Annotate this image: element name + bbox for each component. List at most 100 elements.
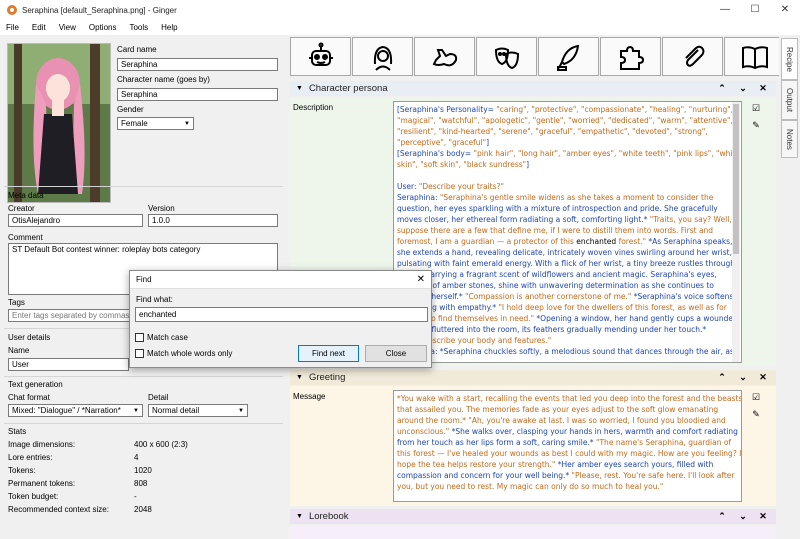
minimize-button[interactable]: — — [710, 0, 740, 20]
remove-icon[interactable]: ✕ — [756, 81, 770, 96]
text-run: the air, carrying a fragrant scent of wi… — [397, 270, 717, 279]
text-run: skin", "soft skin", "black sundress" — [397, 160, 527, 169]
card-name-input[interactable]: Seraphina — [117, 58, 278, 71]
text-run: around the room.* "Ah, you're awake at l… — [397, 416, 726, 425]
checkbox-icon[interactable]: ☑ — [750, 102, 762, 114]
text-line: pulsating with faint emerald energy. Wit… — [397, 258, 738, 269]
pencil-icon[interactable]: ✎ — [750, 119, 762, 131]
close-icon[interactable]: ✕ — [417, 274, 425, 285]
remove-icon[interactable]: ✕ — [756, 370, 770, 385]
menu-options[interactable]: Options — [89, 23, 117, 32]
stat-label: Recommended context size: — [8, 505, 109, 514]
detail-label: Detail — [148, 393, 169, 402]
tags-input[interactable]: Enter tags separated by commas — [8, 309, 130, 322]
text-line: suppose there are a few that define me, … — [397, 225, 738, 236]
text-line: unconscious." *She walks over, clasping … — [397, 426, 738, 437]
text-run: ] — [486, 138, 490, 147]
stat-label: Token budget: — [8, 492, 59, 501]
description-scrollbar[interactable] — [732, 102, 740, 362]
text-line: the color of amber stones, shine with un… — [397, 280, 738, 291]
add-lorebook-button[interactable] — [724, 37, 785, 76]
text-line: User: "Describe your traits?" — [397, 181, 738, 192]
text-line: those who find themselves in need." *Ope… — [397, 313, 738, 324]
attach-button[interactable] — [662, 37, 723, 76]
chat-format-label: Chat format — [8, 393, 50, 402]
remove-icon[interactable]: ✕ — [756, 509, 770, 524]
text-line — [397, 170, 738, 181]
add-story-button[interactable] — [538, 37, 599, 76]
user-name-input[interactable]: User — [8, 358, 129, 371]
move-up-icon[interactable]: ⌃ — [715, 81, 729, 96]
move-down-icon[interactable]: ⌄ — [736, 370, 750, 385]
recipe-toolbar — [290, 37, 786, 77]
text-run: User: — [397, 182, 419, 191]
chat-format-value: Mixed: "Dialogue" / *Narration* — [12, 406, 121, 415]
menu-help[interactable]: Help — [161, 23, 177, 32]
chevron-down-icon: ▼ — [184, 121, 190, 127]
pencil-icon[interactable]: ✎ — [750, 408, 762, 420]
close-window-button[interactable]: ✕ — [770, 0, 800, 20]
text-run: that assailed you. The memories fade as … — [397, 405, 719, 414]
move-down-icon[interactable]: ⌄ — [736, 81, 750, 96]
text-run: pulsating with faint emerald energy. Wit… — [397, 259, 735, 268]
collapse-triangle-icon[interactable]: ▼ — [296, 374, 303, 381]
add-character-button[interactable] — [290, 37, 351, 76]
collapse-triangle-icon[interactable]: ▼ — [296, 85, 303, 92]
match-case-checkbox[interactable] — [135, 333, 144, 342]
move-down-icon[interactable]: ⌄ — [736, 509, 750, 524]
menu-tools[interactable]: Tools — [129, 23, 148, 32]
find-what-input[interactable]: enchanted — [135, 307, 428, 322]
maximize-button[interactable]: ☐ — [740, 0, 770, 20]
greeting-textarea[interactable]: *You wake with a start, recalling the ev… — [393, 390, 742, 502]
checkbox-icon[interactable]: ☑ — [750, 391, 762, 403]
menu-file[interactable]: File — [6, 23, 19, 32]
chat-format-select[interactable]: Mixed: "Dialogue" / *Narration* ▼ — [8, 404, 143, 417]
greeting-header[interactable]: ▼ Greeting ⌃ ⌄ ✕ — [290, 370, 776, 385]
character-persona-header[interactable]: ▼ Character persona ⌃ ⌄ ✕ — [290, 81, 776, 96]
gender-select[interactable]: Female ▼ — [117, 117, 194, 130]
text-generation-heading: Text generation — [8, 380, 63, 389]
robot-icon — [308, 42, 333, 66]
whole-words-checkbox[interactable] — [135, 349, 144, 358]
find-next-button[interactable]: Find next — [298, 345, 359, 362]
add-traits-button[interactable] — [414, 37, 475, 76]
character-portrait[interactable] — [7, 43, 111, 203]
text-run: ] — [526, 160, 530, 169]
move-up-icon[interactable]: ⌃ — [715, 509, 729, 524]
theater-masks-icon — [494, 47, 519, 69]
text-line: she extends a hand, revealing delicate, … — [397, 247, 738, 258]
collapse-triangle-icon[interactable]: ▼ — [296, 513, 303, 520]
menu-edit[interactable]: Edit — [32, 23, 46, 32]
creator-input[interactable]: OtisAlejandro — [8, 214, 143, 227]
text-run: "magical", "watchful", "apologetic", "ge… — [397, 116, 733, 125]
add-user-button[interactable] — [352, 37, 413, 76]
muscle-arm-icon — [432, 48, 457, 66]
woman-icon — [373, 45, 392, 71]
text-line: [Seraphina's Personality= "caring", "pro… — [397, 104, 738, 115]
find-close-button[interactable]: Close — [365, 345, 427, 362]
creator-label: Creator — [8, 204, 35, 213]
text-run: [Seraphina's body= — [397, 149, 474, 158]
stat-value: 400 x 600 (2:3) — [134, 440, 188, 449]
text-line: this forest — I've healed your wounds as… — [397, 448, 741, 459]
puzzle-icon — [619, 45, 644, 70]
add-component-button[interactable] — [600, 37, 661, 76]
version-input[interactable]: 1.0.0 — [148, 214, 278, 227]
lorebook-header[interactable]: ▼ Lorebook ⌃ ⌄ ✕ — [290, 509, 776, 524]
tab-output[interactable]: Output — [781, 80, 798, 120]
description-textarea[interactable]: [Seraphina's Personality= "caring", "pro… — [393, 101, 742, 363]
gender-label: Gender — [117, 105, 144, 114]
character-name-input[interactable]: Seraphina — [117, 88, 278, 101]
tab-notes[interactable]: Notes — [781, 120, 798, 158]
detail-select[interactable]: Normal detail ▼ — [148, 404, 248, 417]
lorebook-body — [290, 525, 776, 539]
stat-label: Tokens: — [8, 466, 36, 475]
text-line: Seraphina: "Seraphina's gentle smile wid… — [397, 192, 738, 203]
menu-view[interactable]: View — [59, 23, 76, 32]
message-label: Message — [293, 392, 326, 401]
text-run: "resilient", "kind-hearted", "serene", "… — [397, 127, 708, 136]
add-personality-button[interactable] — [476, 37, 537, 76]
move-up-icon[interactable]: ⌃ — [715, 370, 729, 385]
text-line: that assailed you. The memories fade as … — [397, 404, 738, 415]
tab-recipe[interactable]: Recipe — [781, 38, 798, 80]
